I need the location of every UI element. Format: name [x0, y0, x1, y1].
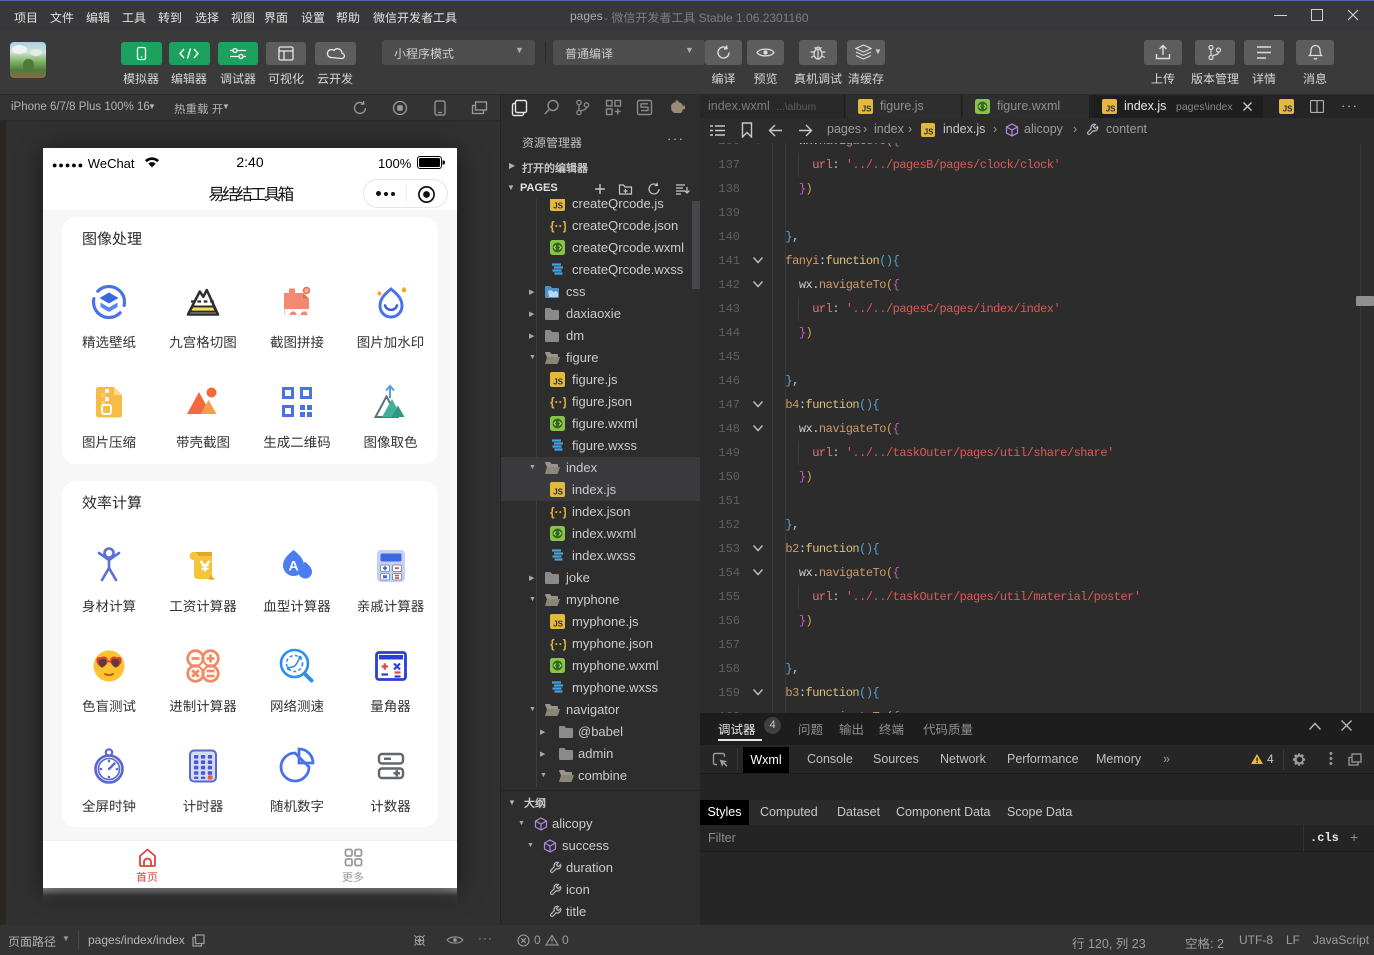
svg-text:JS: JS: [553, 202, 563, 211]
svg-text:JS: JS: [862, 105, 872, 114]
svg-text:{··}: {··}: [550, 395, 566, 409]
svg-text:{··}: {··}: [550, 505, 566, 519]
svg-text:{··}: {··}: [550, 219, 566, 233]
svg-text:JS: JS: [553, 620, 563, 629]
svg-text:JS: JS: [1106, 105, 1116, 114]
svg-text:JS: JS: [553, 488, 563, 497]
svg-text:JS: JS: [924, 128, 934, 137]
svg-text:JS: JS: [1283, 105, 1293, 114]
svg-text:JS: JS: [553, 378, 563, 387]
svg-text:A: A: [288, 558, 298, 574]
svg-text:{··}: {··}: [550, 637, 566, 651]
